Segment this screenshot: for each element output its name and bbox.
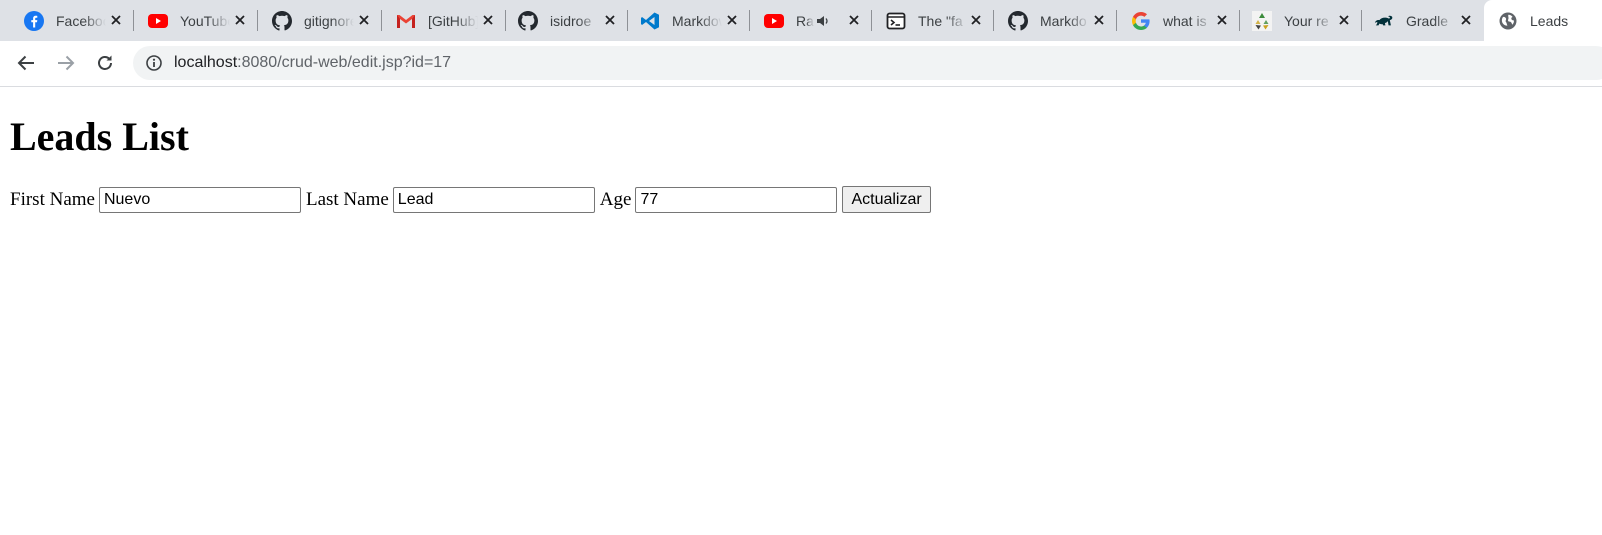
tab-gradle[interactable]: Gradle bbox=[1362, 0, 1484, 41]
tab-recycle[interactable]: Your re bbox=[1240, 0, 1362, 41]
age-label: Age bbox=[599, 188, 632, 210]
youtube-icon bbox=[148, 11, 168, 31]
tab-markdown-github[interactable]: Markdo bbox=[994, 0, 1117, 41]
back-button[interactable] bbox=[12, 49, 40, 77]
close-tab-icon[interactable] bbox=[1091, 12, 1107, 28]
globe-icon bbox=[1498, 11, 1518, 31]
url-host: localhost bbox=[174, 54, 238, 71]
tab-title: The "fa bbox=[918, 12, 963, 29]
close-tab-icon[interactable] bbox=[1214, 12, 1230, 28]
address-bar[interactable]: localhost:8080/crud-web/edit.jsp?id=17 bbox=[133, 46, 1602, 80]
github-icon bbox=[272, 10, 292, 31]
tab-title: Gradle bbox=[1406, 12, 1449, 29]
tab-title: Your re bbox=[1284, 12, 1329, 29]
tab-title: Markdown bbox=[672, 12, 722, 29]
url-text[interactable]: localhost:8080/crud-web/edit.jsp?id=17 bbox=[174, 54, 451, 72]
tab-title: Leads bbox=[1530, 12, 1569, 29]
tab-terminal[interactable]: The "fa bbox=[872, 0, 994, 41]
edit-lead-form: First Name Last Name Age Actualizar bbox=[10, 186, 931, 213]
arrow-right-icon bbox=[58, 55, 75, 71]
github-icon bbox=[518, 10, 538, 31]
tab-title: [GitHub] bbox=[428, 12, 478, 29]
tab-gitignore[interactable]: gitignore bbox=[258, 0, 382, 41]
tab-title: YouTube bbox=[180, 12, 230, 29]
url-path: :8080/crud-web/edit.jsp?id=17 bbox=[237, 54, 452, 71]
close-tab-icon[interactable] bbox=[1336, 12, 1352, 28]
youtube-icon bbox=[764, 11, 784, 31]
facebook-icon bbox=[24, 10, 44, 31]
vscode-icon bbox=[640, 11, 660, 31]
last-name-field[interactable] bbox=[392, 186, 595, 213]
tab-youtube[interactable]: YouTube bbox=[134, 0, 258, 41]
browser-toolbar: localhost:8080/crud-web/edit.jsp?id=17 bbox=[0, 41, 1602, 87]
github-icon bbox=[1008, 10, 1028, 31]
terminal-icon bbox=[886, 11, 906, 31]
tab-isidroe[interactable]: isidroe bbox=[506, 0, 628, 41]
recycle-icon bbox=[1252, 10, 1272, 31]
close-tab-icon[interactable] bbox=[108, 12, 124, 28]
close-tab-icon[interactable] bbox=[846, 12, 862, 28]
google-icon bbox=[1131, 11, 1151, 31]
reload-icon bbox=[98, 55, 112, 70]
close-tab-icon[interactable] bbox=[1458, 12, 1474, 28]
last-name-label: Last Name bbox=[305, 188, 389, 210]
tab-title: Ra bbox=[796, 12, 814, 29]
arrow-left-icon bbox=[17, 55, 34, 71]
first-name-field[interactable] bbox=[98, 186, 301, 213]
age-field[interactable] bbox=[635, 186, 838, 213]
tab-title: isidroe bbox=[550, 12, 592, 29]
speaker-icon[interactable] bbox=[816, 14, 830, 28]
tab-title: what is bbox=[1163, 12, 1207, 29]
gradle-icon bbox=[1374, 11, 1394, 31]
tab-strip: Facebook YouTube gitignore [GitHub] isid… bbox=[0, 0, 1602, 41]
close-tab-icon[interactable] bbox=[602, 12, 618, 28]
tab-google-search[interactable]: what is bbox=[1117, 0, 1240, 41]
close-tab-icon[interactable] bbox=[968, 12, 984, 28]
update-button[interactable]: Actualizar bbox=[842, 186, 931, 213]
tab-facebook[interactable]: Facebook bbox=[4, 0, 134, 41]
gmail-icon bbox=[396, 11, 416, 31]
tab-youtube-playing[interactable]: Ra bbox=[750, 0, 872, 41]
page-content: Leads List First Name Last Name Age Actu… bbox=[0, 87, 1602, 535]
page-title: Leads List bbox=[10, 114, 189, 159]
tab-title: Markdo bbox=[1040, 12, 1087, 29]
close-tab-icon[interactable] bbox=[356, 12, 372, 28]
reload-button[interactable] bbox=[91, 49, 119, 77]
first-name-label: First Name bbox=[10, 188, 95, 210]
forward-button[interactable] bbox=[52, 49, 80, 77]
tab-gmail[interactable]: [GitHub] bbox=[382, 0, 506, 41]
tab-title: Facebook bbox=[56, 12, 106, 29]
close-tab-icon[interactable] bbox=[480, 12, 496, 28]
close-tab-icon[interactable] bbox=[232, 12, 248, 28]
tab-markdown-vscode[interactable]: Markdown bbox=[628, 0, 750, 41]
info-icon[interactable] bbox=[146, 55, 162, 71]
tab-leads-active[interactable]: Leads bbox=[1484, 0, 1602, 41]
tab-title: gitignore bbox=[304, 12, 354, 29]
close-tab-icon[interactable] bbox=[724, 12, 740, 28]
